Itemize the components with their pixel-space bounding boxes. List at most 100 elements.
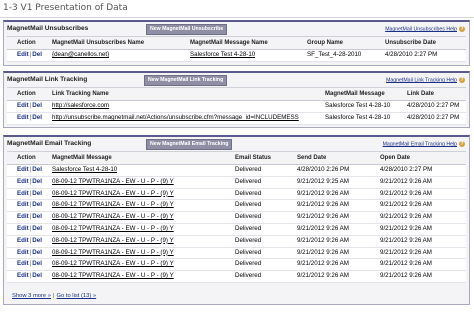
row-actions: Edit|Del: [17, 113, 42, 124]
email-status: Delivered: [235, 272, 262, 280]
delete-link[interactable]: Del: [32, 225, 42, 232]
delete-link[interactable]: Del: [32, 237, 42, 244]
col-link-tracking-name: Link Tracking Name: [52, 91, 109, 97]
col-action: Action: [17, 40, 36, 46]
edit-link[interactable]: Edit: [17, 102, 29, 109]
unsubscribes-table-header: Action MagnetMail Unsubscribes Name Magn…: [7, 37, 466, 50]
edit-link[interactable]: Edit: [17, 260, 29, 267]
delete-link[interactable]: Del: [32, 249, 42, 256]
delete-link[interactable]: Del: [32, 51, 42, 58]
message-link[interactable]: 08-09-12 TPWTRA1NZA - EW - U - P - (9) Y: [52, 189, 174, 200]
row-actions: Edit|Del: [17, 248, 42, 259]
edit-link[interactable]: Edit: [17, 225, 29, 232]
delete-link[interactable]: Del: [32, 102, 42, 109]
message-link[interactable]: 08-09-12 TPWTRA1NZA - EW - U - P - (9) Y: [52, 200, 174, 211]
send-date: 9/21/2012 9:26 AM: [297, 248, 349, 256]
edit-link[interactable]: Edit: [17, 272, 29, 279]
title-divider: [0, 17, 474, 18]
open-date: 9/21/2012 9:26 AM: [380, 260, 432, 268]
edit-link[interactable]: Edit: [17, 51, 29, 58]
col-unsubscribe-date: Unsubscribe Date: [385, 40, 437, 46]
email-status: Delivered: [235, 260, 262, 268]
new-link-tracking-button[interactable]: New MagnetMail Link Tracking: [144, 75, 228, 86]
table-row: Edit|Del 08-09-12 TPWTRA1NZA - EW - U - P…: [7, 259, 466, 272]
question-circle-icon: ?: [459, 26, 465, 32]
message-link[interactable]: 08-09-12 TPWTRA1NZA - EW - U - P - (9) Y: [52, 259, 174, 270]
email-status: Delivered: [235, 248, 262, 256]
send-date: 9/21/2012 9:25 AM: [297, 177, 349, 185]
message-link[interactable]: 08-09-12 TPWTRA1NZA - EW - U - P - (9) Y: [52, 212, 174, 223]
link-tracking-url[interactable]: http://salesforce.com: [52, 101, 320, 112]
edit-link[interactable]: Edit: [17, 237, 29, 244]
email-tracking-title: MagnetMail Email Tracking: [7, 140, 92, 147]
col-message-name: MagnetMail Message Name: [190, 40, 268, 46]
row-actions: Edit|Del: [17, 189, 42, 200]
open-date: 4/28/2010 2:27 PM: [380, 166, 433, 173]
unsubscribes-help-link[interactable]: MagnetMail Unsubscribes Help?: [385, 26, 465, 32]
delete-link[interactable]: Del: [32, 114, 42, 121]
col-message: MagnetMail Message: [52, 155, 112, 161]
message-link[interactable]: 08-09-12 TPWTRA1NZA - EW - U - P - (9) Y: [52, 248, 174, 259]
delete-link[interactable]: Del: [32, 260, 42, 267]
edit-link[interactable]: Edit: [17, 114, 29, 121]
row-actions: Edit|Del: [17, 259, 42, 270]
message-link[interactable]: 08-09-12 TPWTRA1NZA - EW - U - P - (9) Y: [52, 236, 174, 247]
send-date: 4/28/2010 2:26 PM: [297, 166, 350, 173]
open-date: 9/21/2012 9:26 AM: [380, 177, 432, 185]
email-tracking-help-link[interactable]: MagnetMail Email Tracking Help?: [383, 141, 465, 147]
delete-link[interactable]: Del: [32, 166, 42, 173]
col-send-date: Send Date: [297, 155, 327, 161]
col-link-date: Link Date: [407, 91, 435, 97]
edit-link[interactable]: Edit: [17, 249, 29, 256]
col-unsubscribe-name: MagnetMail Unsubscribes Name: [52, 40, 145, 46]
delete-link[interactable]: Del: [32, 201, 42, 208]
link-tracking-section: MagnetMail Link Tracking New MagnetMail …: [3, 71, 470, 128]
table-row: Edit|Del 08-09-12 TPWTRA1NZA - EW - U - P…: [7, 271, 466, 283]
col-group-name: Group Name: [307, 40, 344, 46]
send-date: 9/21/2012 9:26 AM: [297, 224, 349, 232]
unsubscribes-section: MagnetMail Unsubscribes New MagnetMail U…: [3, 20, 470, 66]
table-row: Edit|Del 08-09-12 TPWTRA1NZA - EW - U - P…: [7, 176, 466, 189]
message-link[interactable]: Salesforce Test 4-28-10: [52, 165, 117, 176]
col-action: Action: [17, 155, 36, 161]
delete-link[interactable]: Del: [32, 272, 42, 279]
edit-link[interactable]: Edit: [17, 201, 29, 208]
go-to-list-link[interactable]: Go to list (13) »: [57, 293, 97, 299]
message-name-link[interactable]: Salesforce Test 4-28-10: [190, 50, 255, 61]
row-actions: Edit|Del: [17, 50, 42, 61]
link-tracking-url[interactable]: http://unsubscribe.magnetmail.net/Action…: [52, 113, 320, 124]
message-name: Salesforce Test 4-28-10: [325, 102, 391, 109]
message-link[interactable]: 08-09-12 TPWTRA1NZA - EW - U - P - (9) Y: [52, 271, 174, 282]
col-open-date: Open Date: [380, 155, 411, 161]
email-tracking-table: Action MagnetMail Message Email Status S…: [7, 151, 466, 283]
delete-link[interactable]: Del: [32, 213, 42, 220]
link-tracking-title: MagnetMail Link Tracking: [7, 76, 88, 83]
link-tracking-help-link[interactable]: MagnetMail Link Tracking Help?: [386, 77, 465, 83]
edit-link[interactable]: Edit: [17, 178, 29, 185]
send-date: 9/21/2012 9:26 AM: [297, 189, 349, 197]
edit-link[interactable]: Edit: [17, 166, 29, 173]
table-row: Edit|Del 08-09-12 TPWTRA1NZA - EW - U - P…: [7, 188, 466, 201]
send-date: 9/21/2012 9:26 AM: [297, 272, 349, 280]
show-more-link[interactable]: Show 3 more »: [12, 293, 51, 299]
edit-link[interactable]: Edit: [17, 213, 29, 220]
unsubscribes-help-label: MagnetMail Unsubscribes Help: [385, 26, 457, 33]
page-title: 1-3 V1 Presentation of Data: [3, 3, 128, 13]
unsubscribes-table: Action MagnetMail Unsubscribes Name Magn…: [7, 36, 466, 62]
delete-link[interactable]: Del: [32, 178, 42, 185]
new-unsubscribe-button[interactable]: New MagnetMail Unsubscribe: [146, 24, 228, 35]
link-tracking-help-label: MagnetMail Link Tracking Help: [386, 77, 457, 84]
message-link[interactable]: 08-09-12 TPWTRA1NZA - EW - U - P - (9) Y: [52, 177, 174, 188]
open-date: 9/21/2012 9:26 AM: [380, 248, 432, 256]
row-actions: Edit|Del: [17, 177, 42, 188]
table-row: Edit|Del {dean@canellos.net} Salesforce …: [7, 50, 466, 62]
new-email-tracking-button[interactable]: New MagnetMail Email Tracking: [146, 139, 233, 150]
row-actions: Edit|Del: [17, 224, 42, 235]
open-date: 9/21/2012 9:26 AM: [380, 189, 432, 197]
message-link[interactable]: 08-09-12 TPWTRA1NZA - EW - U - P - (9) Y: [52, 224, 174, 235]
edit-link[interactable]: Edit: [17, 190, 29, 197]
send-date: 9/21/2012 9:26 AM: [297, 260, 349, 268]
row-actions: Edit|Del: [17, 200, 42, 211]
delete-link[interactable]: Del: [32, 190, 42, 197]
unsubscribe-name-link[interactable]: {dean@canellos.net}: [52, 50, 109, 61]
